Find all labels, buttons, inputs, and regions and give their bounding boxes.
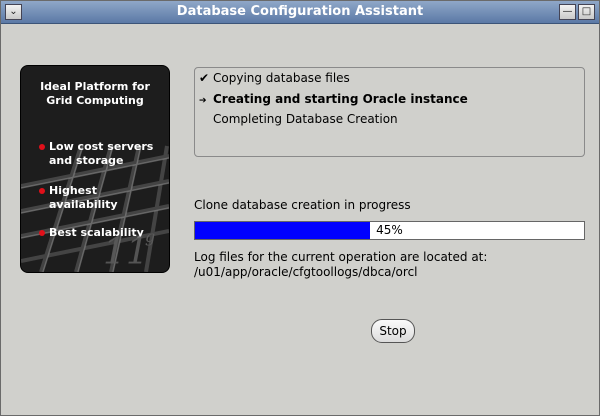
brand-bullet-label: Low cost servers and storage <box>49 140 154 167</box>
version-11g-digits: 11 <box>103 232 149 266</box>
step-label: Copying database files <box>213 71 350 85</box>
minimize-button[interactable]: — <box>559 4 576 20</box>
dbca-window: ⌄ Database Configuration Assistant — □ I… <box>0 0 600 416</box>
progress-percent: 45% <box>376 223 403 237</box>
title-bar[interactable]: ⌄ Database Configuration Assistant — □ <box>1 1 599 24</box>
brand-bullet: Highest availability <box>39 184 165 212</box>
progress-bar: 45% <box>194 221 585 240</box>
step-completing-creation: Completing Database Creation <box>199 112 398 126</box>
progress-steps-panel: ✔ Copying database files ➔ Creating and st… <box>194 67 585 157</box>
window-title: Database Configuration Assistant <box>176 4 424 19</box>
step-label: Completing Database Creation <box>213 112 398 126</box>
version-11g-logo: 11 g <box>103 227 155 266</box>
maximize-button[interactable]: □ <box>578 4 595 20</box>
minimize-icon: — <box>562 6 573 17</box>
bullet-dot-icon <box>39 144 45 150</box>
step-label: Creating and starting Oracle instance <box>213 92 468 106</box>
brand-bullet-label: Highest availability <box>49 184 118 211</box>
step-copying-files: ✔ Copying database files <box>199 71 350 85</box>
bullet-dot-icon <box>39 188 45 194</box>
log-intro: Log files for the current operation are … <box>194 250 488 264</box>
arrow-right-icon: ➔ <box>199 96 207 106</box>
checkmark-icon: ✔ <box>199 71 210 85</box>
log-location: Log files for the current operation are … <box>194 250 487 280</box>
maximize-icon: □ <box>581 6 592 17</box>
bullet-dot-icon <box>39 230 45 236</box>
version-11g-suffix: g <box>145 227 155 246</box>
log-path: /u01/app/oracle/cfgtoollogs/dbca/orcl <box>194 265 418 279</box>
step-creating-instance: ➔ Creating and starting Oracle instance <box>199 92 468 106</box>
status-text: Clone database creation in progress <box>194 198 411 212</box>
brand-bullet: Low cost servers and storage <box>39 140 165 168</box>
oracle-brand-panel: Ideal Platform for Grid Computing Low co… <box>20 65 170 273</box>
stop-button[interactable]: Stop <box>371 319 415 343</box>
brand-headline: Ideal Platform for Grid Computing <box>40 80 150 107</box>
